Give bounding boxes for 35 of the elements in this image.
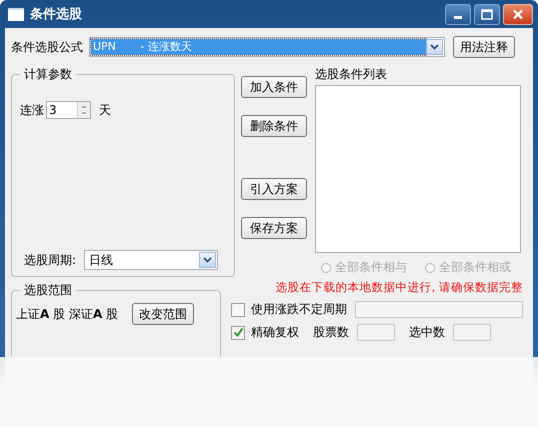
window-title: 条件选股 [30, 6, 83, 23]
group-title: 计算参数 [20, 66, 76, 83]
unit-label: 天 [99, 102, 111, 118]
minimize-icon [454, 16, 462, 19]
conditions-list[interactable] [315, 85, 521, 253]
action-button[interactable]: 删除条件 [241, 115, 307, 137]
maximize-icon [481, 8, 493, 20]
period-label: 选股周期: [24, 252, 76, 268]
spinner-arrows-icon [77, 102, 90, 118]
period-dropdown[interactable]: 日线 [84, 250, 218, 270]
close-icon [512, 8, 524, 20]
option-checkbox[interactable]: 使用涨跌不定周期 [231, 301, 347, 318]
count-label: 选中数 [409, 324, 445, 341]
change-range-button[interactable]: 改变范围 [132, 303, 194, 325]
window-icon [8, 8, 24, 20]
count-label: 股票数 [313, 324, 349, 341]
minimize-button[interactable] [445, 4, 471, 24]
period-field[interactable] [355, 301, 523, 318]
group-title: 选股范围 [20, 282, 76, 299]
days-spinner[interactable]: 3 [46, 101, 91, 119]
formula-label: 条件选股公式 [11, 38, 83, 56]
option-checkbox[interactable]: 精确复权 [231, 324, 299, 341]
days-label: 连涨 [20, 102, 44, 118]
warning-text: 选股在下载的本地数据中进行, 请确保数据完整 [274, 280, 524, 295]
list-label: 选股条件列表 [315, 66, 388, 83]
maximize-button[interactable] [474, 4, 500, 24]
close-button[interactable] [503, 4, 533, 24]
market-text: 上证A 股 深证A 股 [16, 306, 118, 322]
count-field[interactable] [453, 324, 491, 341]
checkmark-icon [232, 327, 244, 338]
action-button[interactable]: 引入方案 [241, 178, 307, 200]
count-field[interactable] [357, 324, 395, 341]
action-button[interactable]: 加入条件 [241, 76, 307, 98]
help-button[interactable]: 用法注释 [453, 36, 515, 58]
action-button[interactable]: 保存方案 [241, 217, 307, 239]
